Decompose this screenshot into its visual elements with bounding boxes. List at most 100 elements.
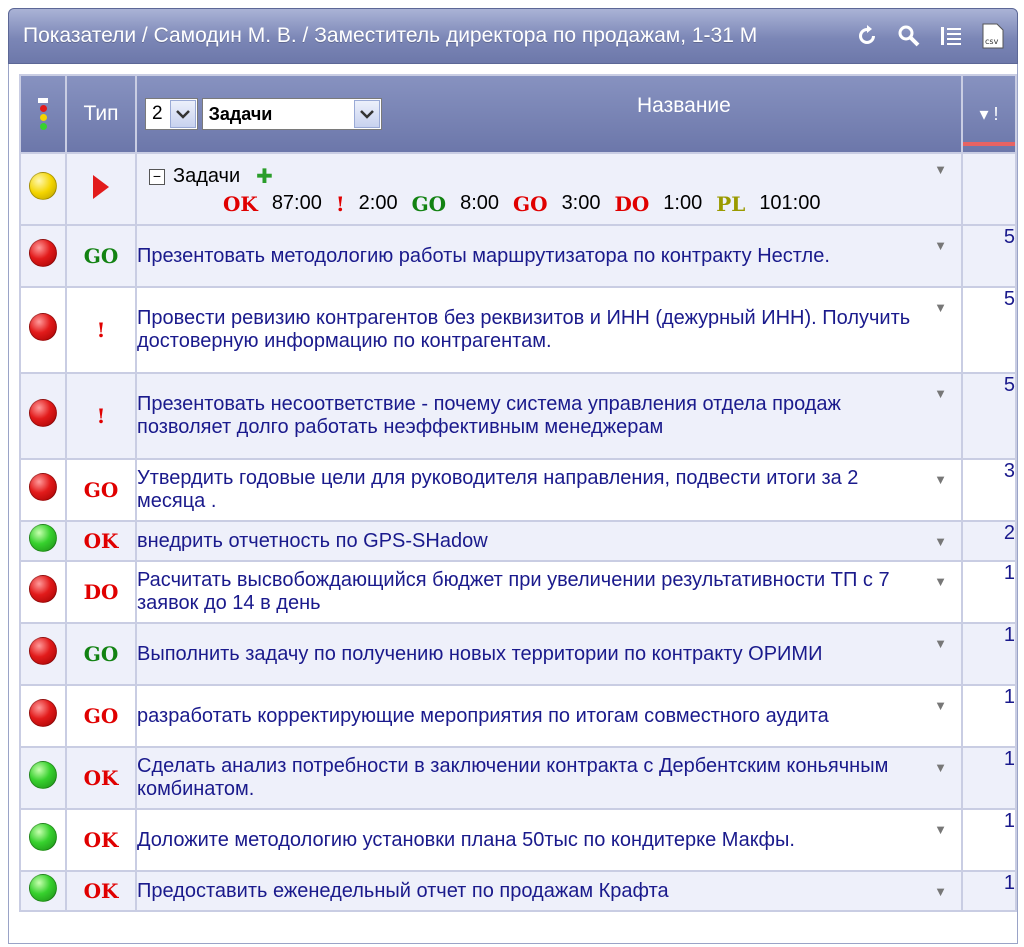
chevron-down-icon[interactable]: ▼: [934, 760, 947, 775]
task-name[interactable]: Сделать анализ потребности в заключении …: [137, 755, 961, 801]
task-type: OK: [65, 808, 137, 872]
chevron-down-icon[interactable]: [169, 100, 196, 128]
chevron-down-icon[interactable]: ▼: [934, 386, 947, 401]
task-type: DO: [65, 560, 137, 624]
table-row[interactable]: GO Утвердить годовые цели для руководител…: [19, 458, 1017, 522]
group-stat-key: OK: [223, 192, 258, 216]
task-name[interactable]: Презентовать несоответствие - почему сис…: [137, 393, 961, 439]
status-green-icon: [29, 524, 57, 552]
task-name[interactable]: Расчитать высвобождающийся бюджет при ув…: [137, 569, 961, 615]
name-column-label: Название: [637, 94, 731, 117]
tasks-panel: Тип 2 Задачи Название ▾ ! − Задачи ✚ OK …: [8, 64, 1018, 944]
task-name[interactable]: Предоставить еженедельный отчет по прода…: [137, 880, 961, 903]
search-icon[interactable]: [895, 22, 923, 50]
table-row[interactable]: ! Презентовать несоответствие - почему си…: [19, 372, 1017, 460]
group-row: − Задачи ✚ OK 87:00! 2:00 GO 8:00 GO 3:00 DO 1:0…: [19, 152, 1017, 226]
table-row[interactable]: OK Сделать анализ потребности в заключени…: [19, 746, 1017, 810]
task-type: !: [65, 286, 137, 374]
chevron-down-icon[interactable]: ▼: [934, 300, 947, 315]
group-stat-value: 1:00: [663, 192, 703, 214]
task-type: OK: [65, 520, 137, 562]
chevron-down-icon[interactable]: ▼: [934, 162, 947, 177]
svg-text:csv: csv: [985, 37, 999, 46]
task-priority: 5: [961, 372, 1017, 460]
collapse-group-icon[interactable]: −: [149, 168, 165, 185]
status-red-icon: [29, 699, 57, 727]
task-priority: 1: [961, 684, 1017, 748]
group-stat-key: GO: [411, 192, 447, 216]
group-stat-value: 3:00: [561, 192, 601, 214]
table-row[interactable]: OK Доложите методологию установки плана 5…: [19, 808, 1017, 872]
status-red-icon: [29, 399, 57, 427]
group-name: Задачи: [173, 165, 241, 187]
refresh-icon[interactable]: [853, 22, 881, 50]
status-column-header[interactable]: [19, 74, 67, 154]
status-red-icon: [29, 637, 57, 665]
group-stat-key: DO: [614, 192, 650, 216]
group-stat-value: 8:00: [460, 192, 500, 214]
add-task-icon[interactable]: ✚: [256, 164, 273, 189]
status-green-icon: [29, 874, 57, 902]
group-select[interactable]: Задачи: [201, 98, 382, 130]
task-type: OK: [65, 870, 137, 912]
table-row[interactable]: GO Презентовать методологию работы маршру…: [19, 224, 1017, 288]
chevron-down-icon[interactable]: ▼: [934, 534, 947, 549]
name-column-header[interactable]: 2 Задачи Название: [135, 74, 963, 154]
task-priority: 3: [961, 458, 1017, 522]
task-name[interactable]: Доложите методологию установки плана 50т…: [137, 829, 961, 852]
table-row[interactable]: DO Расчитать высвобождающийся бюджет при …: [19, 560, 1017, 624]
task-type: GO: [65, 622, 137, 686]
group-stat-value: 2:00: [358, 192, 398, 214]
task-priority: 1: [961, 560, 1017, 624]
task-priority: 5: [961, 224, 1017, 288]
task-name[interactable]: Утвердить годовые цели для руководителя …: [137, 467, 961, 513]
table-row[interactable]: GO Выполнить задачу по получению новых те…: [19, 622, 1017, 686]
group-stat-value: 101:00: [759, 192, 821, 214]
task-priority: 1: [961, 870, 1017, 912]
chevron-down-icon[interactable]: [353, 100, 380, 128]
chevron-down-icon[interactable]: ▼: [934, 822, 947, 837]
window-titlebar: Показатели / Самодин М. В. / Заместитель…: [8, 8, 1018, 64]
status-green-icon: [29, 823, 57, 851]
table-row[interactable]: ! Провести ревизию контрагентов без рекви…: [19, 286, 1017, 374]
tasks-table: Тип 2 Задачи Название ▾ ! − Задачи ✚ OK …: [19, 74, 1017, 912]
task-priority: 2: [961, 520, 1017, 562]
task-type: OK: [65, 746, 137, 810]
priority-sort-header[interactable]: ▾ !: [961, 74, 1017, 154]
chevron-down-icon[interactable]: ▼: [934, 574, 947, 589]
play-icon[interactable]: [93, 174, 109, 199]
status-red-icon: [29, 313, 57, 341]
group-stat-key: !: [335, 192, 345, 216]
traffic-light-icon: [21, 98, 65, 130]
window-title: Показатели / Самодин М. В. / Заместитель…: [23, 24, 758, 47]
group-stat-key: PL: [716, 192, 746, 216]
task-name[interactable]: Провести ревизию контрагентов без реквиз…: [137, 307, 961, 353]
task-name[interactable]: разработать корректирующие мероприятия п…: [137, 705, 961, 728]
task-priority: 1: [961, 808, 1017, 872]
chevron-down-icon[interactable]: ▼: [934, 884, 947, 899]
level-select[interactable]: 2: [145, 98, 198, 130]
status-red-icon: [29, 473, 57, 501]
task-name[interactable]: Презентовать методологию работы маршрути…: [137, 245, 961, 268]
chevron-down-icon[interactable]: ▼: [934, 698, 947, 713]
task-type: GO: [65, 458, 137, 522]
chevron-down-icon[interactable]: ▼: [934, 238, 947, 253]
status-red-icon: [29, 575, 57, 603]
chevron-down-icon[interactable]: ▼: [934, 636, 947, 651]
chevron-down-icon[interactable]: ▼: [934, 472, 947, 487]
task-type: GO: [65, 684, 137, 748]
type-column-header[interactable]: Тип: [65, 74, 137, 154]
task-name[interactable]: Выполнить задачу по получению новых терр…: [137, 643, 961, 666]
task-priority: 1: [961, 622, 1017, 686]
list-icon[interactable]: [937, 22, 965, 50]
table-row[interactable]: OK Предоставить еженедельный отчет по про…: [19, 870, 1017, 912]
task-priority: 1: [961, 746, 1017, 810]
group-stats: OK 87:00! 2:00 GO 8:00 GO 3:00 DO 1:00 PL 101:00: [223, 192, 820, 216]
group-stat-value: 87:00: [271, 192, 322, 214]
task-type: GO: [65, 224, 137, 288]
status-yellow-icon: [29, 172, 57, 200]
table-row[interactable]: OK внедрить отчетность по GPS-SHadow ▼ 2: [19, 520, 1017, 562]
task-name[interactable]: внедрить отчетность по GPS-SHadow: [137, 530, 961, 553]
table-row[interactable]: GO разработать корректирующие мероприятия…: [19, 684, 1017, 748]
csv-icon[interactable]: csv: [979, 22, 1007, 50]
